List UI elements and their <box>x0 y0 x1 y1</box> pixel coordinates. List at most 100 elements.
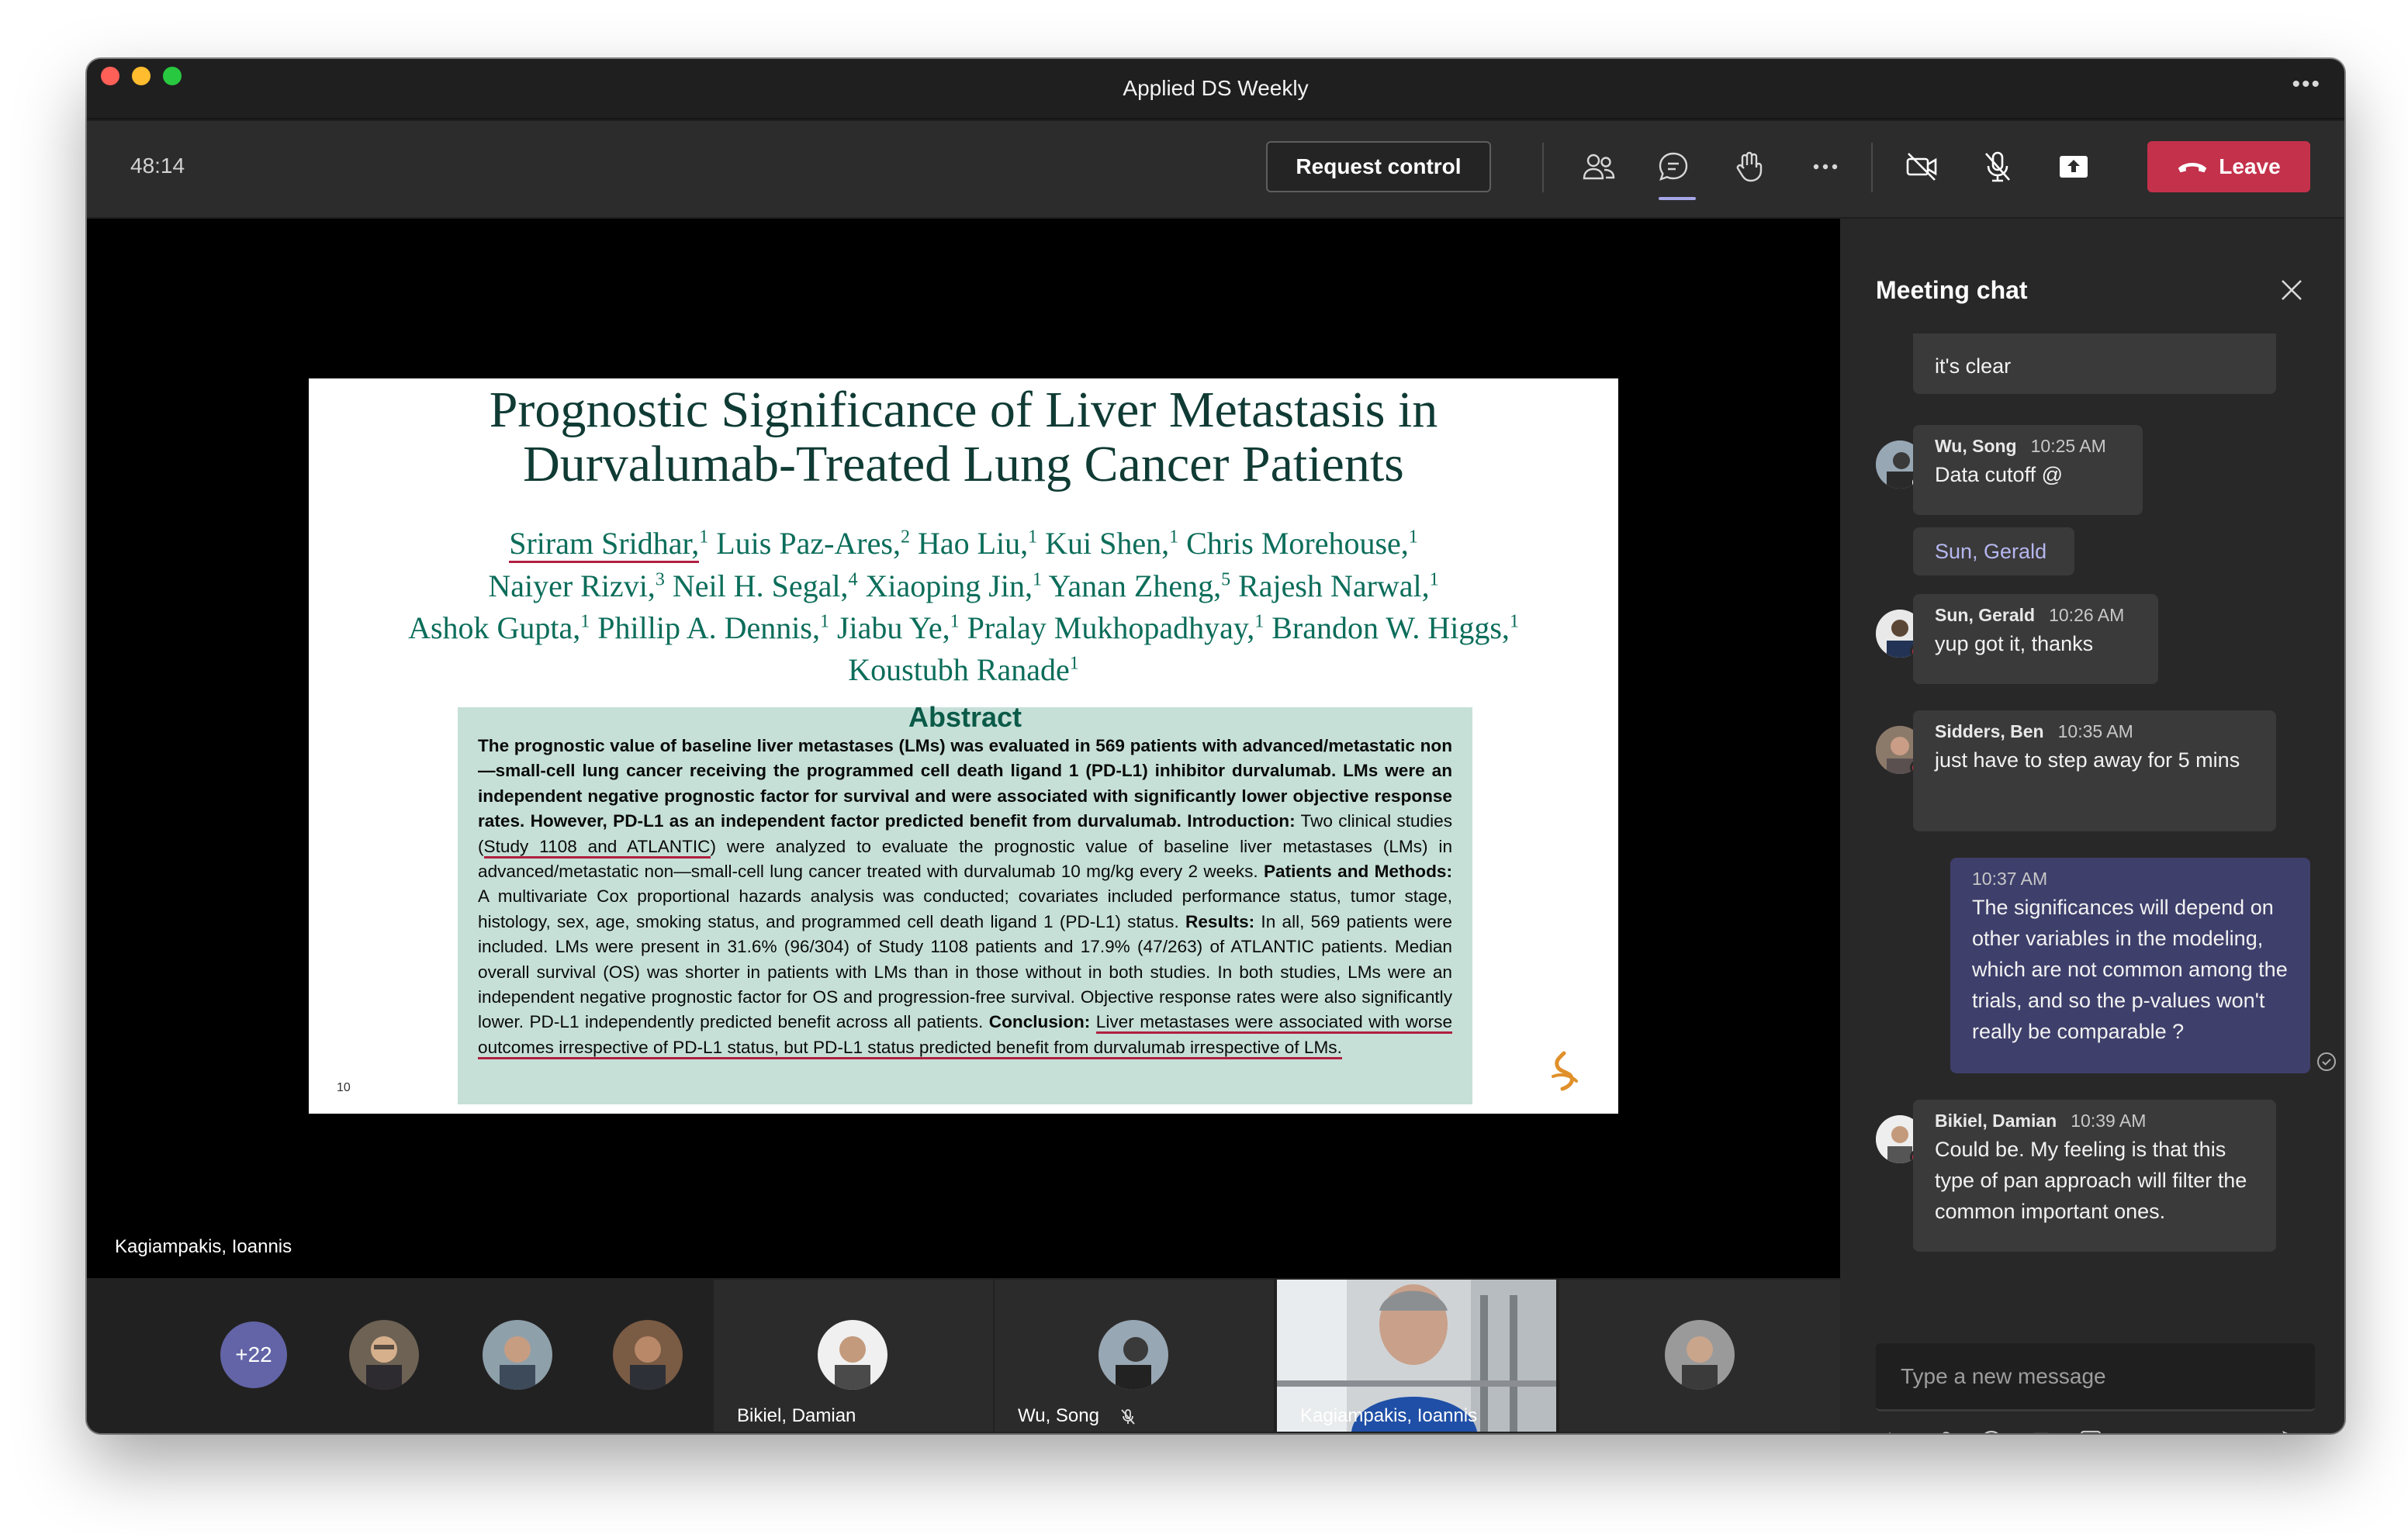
paper-title-line1: Prognostic Significance of Liver Metasta… <box>489 382 1438 438</box>
author-affiliation: 1 <box>1169 527 1179 548</box>
chat-icon[interactable] <box>1646 140 1700 200</box>
composer-toolbar: GIF <box>1876 1422 2315 1433</box>
more-actions-icon[interactable] <box>1798 140 1853 194</box>
participant-tile[interactable] <box>1559 1280 1840 1432</box>
message-text: The significances will depend on other v… <box>1972 896 2288 1043</box>
author-name: Rajesh Narwal,1 <box>1238 568 1439 603</box>
teams-meeting-window: Applied DS Weekly ••• 48:14 Request cont… <box>87 59 2344 1433</box>
message-time: 10:37 AM <box>1972 869 2048 889</box>
author-affiliation: 4 <box>848 569 858 590</box>
attach-icon[interactable] <box>1925 1425 1958 1433</box>
paper-title-line2: Durvalumab-Treated Lung Cancer Patients <box>523 436 1404 492</box>
message-meta: Bikiel, Damian 10:39 AM <box>1935 1100 2254 1134</box>
leave-label: Leave <box>2219 154 2281 178</box>
participant-tile[interactable]: Wu, Song <box>995 1280 1274 1432</box>
message-time: 10:26 AM <box>2049 605 2125 625</box>
mention-chip[interactable]: Sun, Gerald <box>1913 527 2074 575</box>
participant-avatar[interactable] <box>349 1320 419 1390</box>
mic-off-icon[interactable] <box>1970 140 2025 194</box>
author-affiliation: 1 <box>699 527 709 548</box>
author-name-text: Chris Morehouse, <box>1186 526 1409 561</box>
author-name: Koustubh Ranade1 <box>848 652 1079 687</box>
author-name-text: Naiyer Rizvi, <box>488 568 656 603</box>
author-affiliation: 1 <box>1509 611 1519 632</box>
chat-message-list[interactable]: it's clear Wu, Song 10:25 AM Data cutoff … <box>1840 333 2344 1334</box>
author-affiliation: 1 <box>580 611 590 632</box>
chat-message: Bikiel, Damian 10:39 AM Could be. My feel… <box>1913 1100 2276 1252</box>
window-more-icon[interactable]: ••• <box>2292 71 2321 98</box>
mention-name: Sun, Gerald <box>1935 540 2047 563</box>
participant-name: Kagiampakis, Ioannis <box>1300 1405 1478 1426</box>
author-name-text: Koustubh Ranade <box>848 652 1070 688</box>
abstract-box: Abstract The prognostic value of baselin… <box>458 701 1472 1104</box>
author-name-text: Brandon W. Higgs, <box>1271 610 1510 645</box>
message-meta: Sun, Gerald 10:26 AM <box>1935 594 2136 628</box>
author-name-text: Ashok Gupta, <box>408 610 581 645</box>
author-name-text: Rajesh Narwal, <box>1238 568 1430 603</box>
participant-tile[interactable]: Bikiel, Damian <box>714 1280 993 1432</box>
chat-message: Wu, Song 10:25 AM Data cutoff @ <box>1913 425 2143 515</box>
message-author: Bikiel, Damian <box>1935 1111 2057 1131</box>
emoji-icon[interactable] <box>1975 1425 2008 1433</box>
sticker-icon[interactable] <box>2074 1425 2107 1433</box>
meeting-chat-panel: Meeting chat it's clear Wu, Song 10:25 AM… <box>1840 219 2344 1433</box>
author-name: Luis Paz-Ares,2 <box>716 526 910 561</box>
muted-mic-icon <box>1120 1408 1135 1425</box>
participants-icon[interactable] <box>1572 140 1626 194</box>
participant-name: Bikiel, Damian <box>737 1405 856 1426</box>
window-title: Applied DS Weekly <box>1123 76 1309 100</box>
camera-off-icon[interactable] <box>1894 140 1949 194</box>
author-name-text: Yanan Zheng, <box>1048 568 1222 603</box>
author-name-text: Luis Paz-Ares, <box>716 526 901 561</box>
chat-message: Sidders, Ben 10:35 AM just have to step a… <box>1913 710 2276 831</box>
author-name-text: Phillip A. Dennis, <box>597 610 820 645</box>
message-meta: Sidders, Ben 10:35 AM <box>1935 710 2254 745</box>
author-name-text: Jiabu Ye, <box>836 610 950 645</box>
send-icon[interactable] <box>2278 1425 2310 1433</box>
participant-video-tile[interactable]: Kagiampakis, Ioannis <box>1277 1280 1556 1432</box>
author-affiliation: 1 <box>1028 527 1038 548</box>
more-options-icon[interactable] <box>2124 1425 2157 1433</box>
meeting-toolbar: 48:14 Request control Leave <box>87 121 2344 217</box>
chat-active-indicator <box>1659 197 1696 200</box>
paper-authors: Sriram Sridhar,1 Luis Paz-Ares,2 Hao Liu… <box>355 520 1572 688</box>
message-author: Wu, Song <box>1935 436 2017 456</box>
message-time: 10:39 AM <box>2071 1111 2147 1131</box>
more-participants-button[interactable]: +22 <box>220 1322 287 1388</box>
leave-button[interactable]: Leave <box>2147 141 2310 192</box>
chat-message: Sun, Gerald 10:26 AM yup got it, thanks <box>1913 594 2158 684</box>
message-input[interactable] <box>1876 1343 2315 1409</box>
toolbar-divider <box>1542 143 1544 192</box>
author-name: Ashok Gupta,1 <box>408 610 590 645</box>
participant-avatar[interactable] <box>483 1320 552 1390</box>
participant-strip: +22 Bikiel, Damian Wu, Song Kagiampakis,… <box>87 1278 1840 1433</box>
message-time: 10:35 AM <box>2057 721 2133 741</box>
shared-screen-stage: Prognostic Significance of Liver Metasta… <box>87 219 1840 1278</box>
participant-name: Wu, Song <box>1018 1405 1137 1427</box>
intro-studies: Study 1108 and ATLANTIC <box>483 836 711 859</box>
gif-icon[interactable]: GIF <box>2025 1425 2057 1433</box>
author-affiliation: 1 <box>950 611 960 632</box>
message-composer <box>1876 1343 2315 1411</box>
author-name-text: Hao Liu, <box>917 526 1029 561</box>
participant-avatar[interactable] <box>613 1320 683 1390</box>
message-author: Sun, Gerald <box>1935 605 2036 625</box>
author-affiliation: 1 <box>819 611 829 632</box>
methods-label: Patients and Methods: <box>1263 862 1452 882</box>
my-chat-message: 10:37 AM The significances will depend o… <box>1950 858 2310 1073</box>
presenter-name: Kagiampakis, Ioannis <box>115 1236 292 1257</box>
request-control-button[interactable]: Request control <box>1266 141 1491 192</box>
author-name: Yanan Zheng,5 <box>1049 568 1231 603</box>
participant-avatar <box>818 1320 887 1390</box>
title-bar: Applied DS Weekly ••• <box>87 59 2344 119</box>
seen-check-icon <box>2317 1052 2336 1071</box>
close-chat-icon[interactable] <box>2273 271 2310 309</box>
format-icon[interactable] <box>1876 1425 1908 1433</box>
raise-hand-icon[interactable] <box>1722 140 1777 194</box>
author-name: Sriram Sridhar,1 <box>509 526 709 564</box>
results-label: Results: <box>1185 911 1255 931</box>
author-name-text: Kui Shen, <box>1045 526 1170 561</box>
author-affiliation: 5 <box>1221 569 1231 590</box>
author-name-text: Sriram Sridhar, <box>509 526 700 564</box>
share-screen-icon[interactable] <box>2046 140 2101 194</box>
